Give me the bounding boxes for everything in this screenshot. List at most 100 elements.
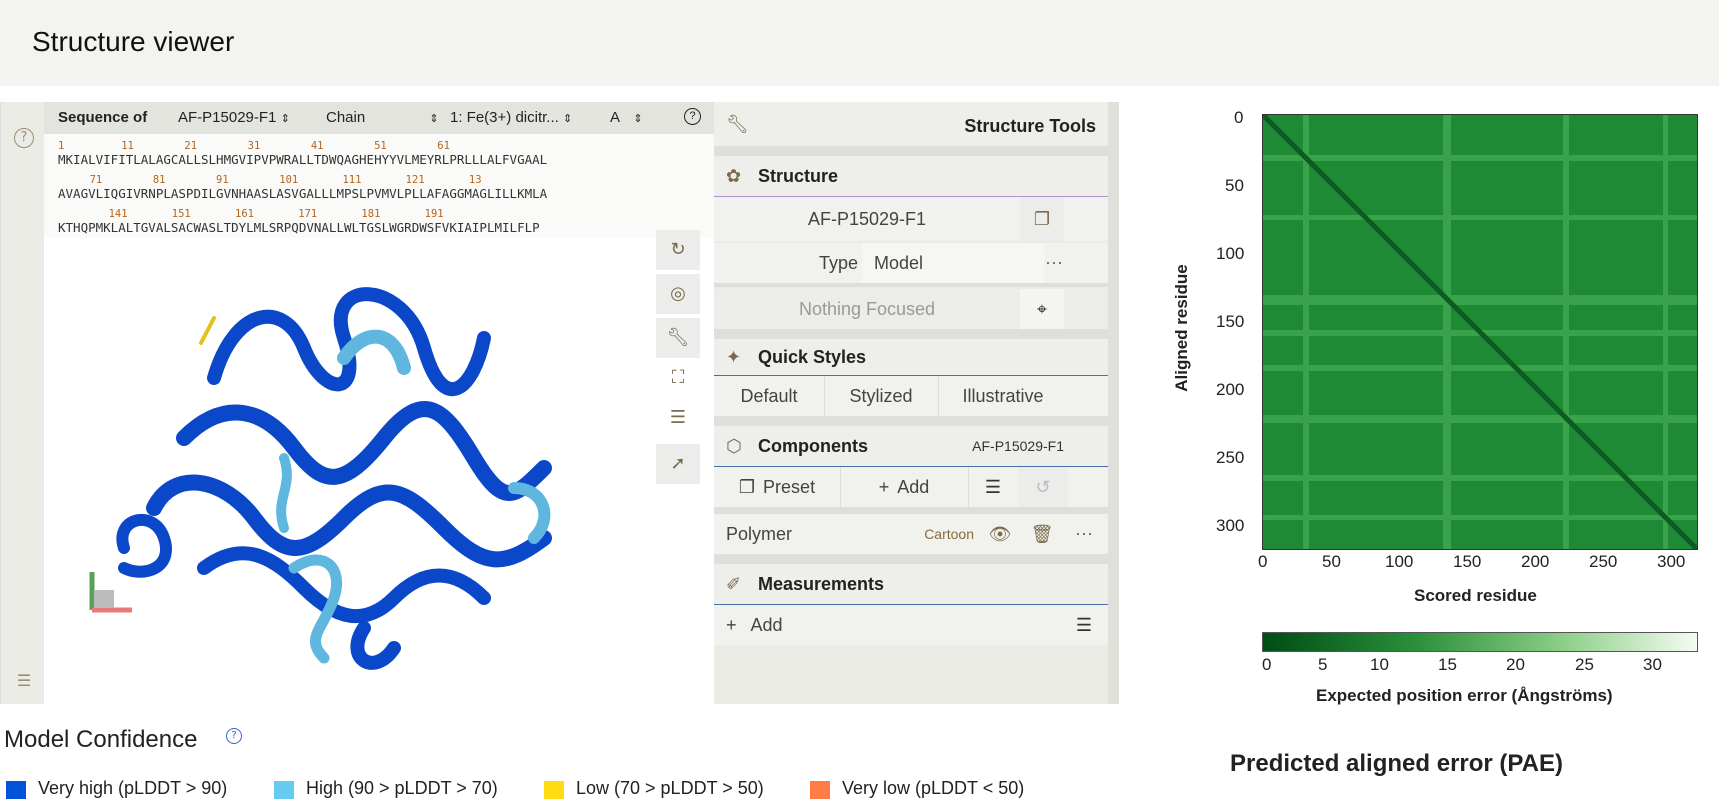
x-tick: 0 — [1258, 552, 1268, 571]
viewer-left-strip: ? ☰ — [0, 102, 45, 704]
type-select[interactable]: Model — [862, 243, 1044, 283]
more-options-icon[interactable]: ⋯ — [1032, 243, 1076, 283]
y-tick: 100 — [1216, 244, 1245, 263]
bookmark-icon[interactable]: ❐ — [1020, 197, 1064, 241]
components-header[interactable]: ⬡ Components AF-P15029-F1 — [714, 426, 1108, 467]
structure-section-header[interactable]: ✿ Structure — [714, 156, 1108, 197]
sequence-numbers: 71 81 91 101 111 121 13 — [58, 174, 482, 186]
structure-tools-panel: 🔧︎ Structure Tools ✿ Structure AF-P15029… — [714, 102, 1108, 704]
panel-scrollbar[interactable] — [1108, 102, 1119, 704]
wrench-icon: 🔧︎ — [726, 114, 749, 135]
legend-very-low: Very low (pLDDT < 50) — [842, 778, 1025, 798]
colorbar-tick: 5 — [1318, 655, 1328, 674]
structure-icon: ✿ — [726, 166, 742, 187]
screenshot-icon[interactable]: ◎ — [656, 274, 700, 314]
x-tick: 200 — [1521, 552, 1550, 571]
protein-cartoon — [89, 287, 552, 670]
focus-target-icon[interactable]: ⌖ — [1020, 289, 1064, 329]
mode-select[interactable]: Chain ⇕ — [326, 109, 439, 126]
settings-sliders-icon[interactable]: ☰ — [656, 398, 700, 438]
colorbar-label: Expected position error (Ångströms) — [1316, 686, 1613, 705]
x-tick: 50 — [1322, 552, 1341, 571]
sequence-panel[interactable]: 1 11 21 31 41 51 61 MKIALVIFITLALAGCALLS… — [44, 134, 714, 239]
measurement-options-icon[interactable]: ☰ — [1064, 605, 1104, 645]
sequence-numbers: 141 151 161 171 181 191 — [58, 208, 444, 220]
cube-icon: ⬡ — [726, 436, 742, 457]
low-swatch — [544, 781, 564, 799]
pae-y-label: Aligned residue — [1171, 264, 1191, 392]
x-tick: 100 — [1385, 552, 1414, 571]
entity-select[interactable]: 1: Fe(3+) dicitr... ⇕ — [450, 109, 572, 126]
legend-low: Low (70 > pLDDT > 50) — [576, 778, 764, 798]
style-stylized-button[interactable]: Stylized — [824, 376, 939, 416]
pae-x-label: Scored residue — [1414, 586, 1537, 605]
sequence-line[interactable]: AVAGVLIQGIVRNPLASPDILGVNHAASLASVGALLLMPS… — [58, 186, 547, 201]
plus-icon: + — [726, 614, 737, 635]
components-actions-row: ❐ Preset + Add ☰ ↺ — [714, 467, 1108, 507]
chevron-updown-icon: ⇕ — [633, 113, 643, 125]
add-measurement-button[interactable]: + Add — [726, 605, 806, 645]
chevron-updown-icon: ⇕ — [562, 113, 573, 125]
sliders-icon[interactable]: ☰ — [13, 670, 35, 692]
3d-canvas[interactable]: ↻ ◎ 🔧︎ ⛶ ☰ ➚ — [44, 230, 714, 704]
style-illustrative-button[interactable]: Illustrative — [938, 376, 1068, 416]
focus-row: Nothing Focused ⌖ — [714, 289, 1108, 329]
structure-entry-row: AF-P15029-F1 ❐ — [714, 197, 1108, 241]
magic-wand-icon: ✦ — [726, 347, 742, 368]
polymer-label[interactable]: Polymer — [726, 514, 846, 554]
help-icon[interactable]: ? — [14, 128, 34, 148]
very-high-swatch — [6, 781, 26, 799]
sequence-toolbar: Sequence of AF-P15029-F1 ⇕ Chain ⇕ 1: Fe… — [44, 102, 714, 134]
sequence-line[interactable]: KTHQPMKLALTGVALSACWASLTDYLMLSRPQDVNALLWL… — [58, 220, 540, 235]
structure-entry[interactable]: AF-P15029-F1 — [714, 197, 1020, 241]
molstar-viewer: ? ☰ Sequence of AF-P15029-F1 ⇕ Chain ⇕ 1… — [0, 102, 1119, 704]
colorbar-tick: 15 — [1438, 655, 1457, 674]
components-entry: AF-P15029-F1 — [972, 438, 1064, 454]
y-tick: 300 — [1216, 516, 1245, 535]
more-options-icon[interactable]: ⋯ — [1064, 514, 1104, 554]
trash-icon[interactable]: 🗑︎ — [1020, 514, 1064, 554]
x-tick: 300 — [1657, 552, 1686, 571]
plus-icon: + — [878, 476, 890, 497]
colorbar-tick: 20 — [1506, 655, 1525, 674]
chevron-updown-icon: ⇕ — [429, 113, 439, 125]
model-confidence: Model Confidence ? Very high (pLDDT > 90… — [0, 716, 1100, 799]
style-default-button[interactable]: Default — [714, 376, 825, 416]
bookmark-icon: ❐ — [738, 476, 756, 497]
quick-styles-row: Default Stylized Illustrative — [714, 376, 1108, 416]
wrench-icon[interactable]: 🔧︎ — [656, 318, 700, 358]
colorbar-tick: 25 — [1575, 655, 1594, 674]
chain-select[interactable]: A ⇕ — [610, 109, 643, 126]
high-swatch — [274, 781, 294, 799]
structure-tools-header: 🔧︎ Structure Tools — [714, 102, 1108, 146]
y-tick: 150 — [1216, 312, 1245, 331]
axis-gizmo — [89, 572, 132, 613]
help-icon[interactable]: ? — [684, 108, 701, 125]
type-label: Type — [818, 252, 858, 273]
legend-very-high: Very high (pLDDT > 90) — [38, 778, 228, 798]
focus-status: Nothing Focused — [798, 298, 936, 319]
component-options-icon[interactable]: ☰ — [968, 467, 1019, 507]
entry-select[interactable]: AF-P15029-F1 ⇕ — [178, 109, 290, 126]
structure-type-row: Type Model ⋯ — [714, 243, 1108, 283]
sequence-line[interactable]: MKIALVIFITLALAGCALLSLHMGVIPVPWRALLTDWQAG… — [58, 152, 547, 167]
reset-camera-icon[interactable]: ↻ — [656, 230, 700, 270]
quick-styles-header[interactable]: ✦ Quick Styles — [714, 339, 1108, 376]
pae-title: Predicted aligned error (PAE) — [1230, 750, 1563, 777]
pae-colorbar — [1262, 632, 1698, 652]
selection-mode-icon[interactable]: ➚ — [656, 444, 700, 484]
expand-icon[interactable]: ⛶ — [656, 358, 700, 398]
y-tick: 50 — [1225, 176, 1244, 195]
history-icon[interactable]: ↺ — [1018, 467, 1068, 507]
colorbar-tick: 0 — [1262, 655, 1272, 674]
add-component-button[interactable]: + Add — [840, 467, 969, 507]
help-icon[interactable]: ? — [226, 728, 242, 744]
representation-label[interactable]: Cartoon — [874, 514, 974, 554]
measurements-header[interactable]: ✐ Measurements — [714, 564, 1108, 605]
pae-heatmap[interactable] — [1261, 113, 1699, 551]
sequence-numbers: 1 11 21 31 41 51 61 — [58, 140, 450, 152]
legend-high: High (90 > pLDDT > 70) — [306, 778, 498, 798]
preset-button[interactable]: ❐ Preset — [714, 467, 841, 507]
visibility-eye-icon[interactable]: 👁︎ — [980, 514, 1020, 554]
x-tick: 150 — [1453, 552, 1482, 571]
